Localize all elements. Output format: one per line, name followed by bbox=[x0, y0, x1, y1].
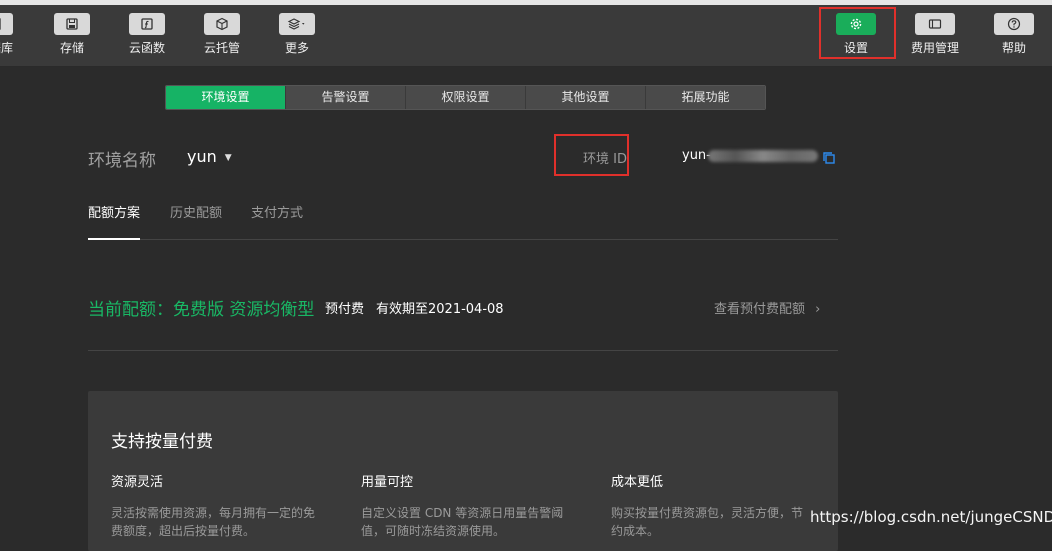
env-id-value: yun- bbox=[682, 148, 711, 163]
chevron-right-icon: › bbox=[815, 302, 821, 317]
env-name-label: 环境名称 bbox=[88, 151, 156, 171]
toolbar-item-billing[interactable]: 费用管理 bbox=[905, 13, 965, 56]
toolbar-label-help: 帮助 bbox=[1001, 41, 1026, 55]
function-icon bbox=[129, 13, 165, 35]
tab-permission-settings[interactable]: 权限设置 bbox=[406, 86, 526, 109]
cube-icon bbox=[204, 13, 240, 35]
subtab-quota-history[interactable]: 历史配额 bbox=[170, 202, 222, 221]
quota-divider bbox=[88, 350, 838, 351]
toolbar-item-storage[interactable]: 存储 bbox=[42, 13, 102, 56]
toolbar-label-cloud-function: 云函数 bbox=[128, 41, 165, 55]
copy-icon[interactable] bbox=[822, 150, 836, 164]
toolbar-item-database[interactable]: 数据库 bbox=[0, 13, 25, 56]
env-name-value: yun bbox=[187, 147, 217, 166]
toolbar-label-storage: 存储 bbox=[59, 41, 84, 55]
quota-expiry: 有效期至2021-04-08 bbox=[376, 302, 504, 317]
subtab-quota-plan[interactable]: 配额方案 bbox=[88, 202, 140, 221]
feature-desc-flexible: 灵活按需使用资源，每月拥有一定的免费额度，超出后按量付费。 bbox=[111, 506, 316, 538]
pay-as-you-go-card: 支持按量付费 资源灵活 灵活按需使用资源，每月拥有一定的免费额度，超出后按量付费… bbox=[88, 391, 838, 551]
watermark-url: https://blog.csdn.net/jungeCSND bbox=[810, 508, 1052, 526]
database-icon bbox=[0, 13, 13, 35]
tab-alarm-settings[interactable]: 告警设置 bbox=[286, 86, 406, 109]
toolbar-label-database: 数据库 bbox=[0, 41, 13, 55]
subtab-payment-method[interactable]: 支付方式 bbox=[251, 202, 303, 221]
feature-title-lower-cost: 成本更低 bbox=[611, 475, 664, 490]
feature-desc-controllable: 自定义设置 CDN 等资源日用量告警阈值，可随时冻结资源使用。 bbox=[361, 506, 564, 538]
env-id-redacted bbox=[708, 150, 818, 162]
feature-title-controllable: 用量可控 bbox=[361, 475, 414, 490]
card-title: 支持按量付费 bbox=[111, 432, 213, 452]
tab-env-settings[interactable]: 环境设置 bbox=[166, 86, 286, 109]
feature-desc-lower-cost: 购买按量付费资源包，灵活方便，节约成本。 bbox=[611, 506, 804, 538]
toolbar-label-more: 更多 bbox=[284, 41, 309, 55]
save-icon bbox=[54, 13, 90, 35]
toolbar-item-cloud-hosting[interactable]: 云托管 bbox=[192, 13, 252, 56]
tab-extensions[interactable]: 拓展功能 bbox=[646, 86, 765, 109]
view-prepaid-quota-link[interactable]: 查看预付费配额 › bbox=[714, 298, 820, 317]
toolbar-item-more[interactable]: 更多 bbox=[267, 13, 327, 56]
current-quota-title: 当前配额：免费版 资源均衡型 bbox=[88, 300, 315, 320]
billing-icon bbox=[915, 13, 955, 35]
active-subtab-indicator bbox=[88, 238, 140, 240]
tab-other-settings[interactable]: 其他设置 bbox=[526, 86, 646, 109]
toolbar-item-cloud-function[interactable]: 云函数 bbox=[117, 13, 177, 56]
env-id-highlight-box bbox=[554, 134, 629, 176]
quota-prepaid-tag: 预付费 bbox=[325, 302, 365, 317]
settings-highlight-box bbox=[819, 7, 896, 59]
caret-down-icon: ▼ bbox=[224, 152, 232, 163]
view-prepaid-quota-label: 查看预付费配额 bbox=[714, 302, 806, 317]
help-icon bbox=[994, 13, 1034, 35]
subtabs-divider bbox=[88, 239, 838, 240]
toolbar-label-cloud-hosting: 云托管 bbox=[203, 41, 240, 55]
feature-title-flexible: 资源灵活 bbox=[111, 475, 164, 490]
toolbar-item-help[interactable]: 帮助 bbox=[984, 13, 1044, 56]
settings-tabs: 环境设置 告警设置 权限设置 其他设置 拓展功能 bbox=[165, 85, 766, 110]
env-name-select[interactable]: yun ▼ bbox=[187, 147, 232, 166]
layers-icon bbox=[279, 13, 315, 35]
toolbar-label-billing: 费用管理 bbox=[910, 41, 959, 55]
